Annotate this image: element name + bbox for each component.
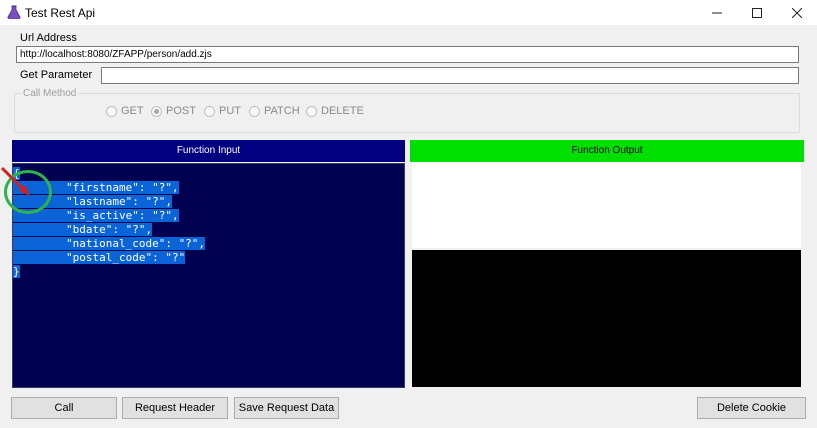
code-line: "bdate": "?", (13, 223, 153, 236)
function-output-console[interactable] (412, 250, 801, 387)
maximize-button[interactable] (737, 0, 777, 25)
function-input-editor[interactable]: { "firstname": "?", "lastname": "?", "is… (12, 163, 405, 388)
radio-post-indicator (151, 105, 162, 117)
radio-get-indicator (106, 105, 117, 117)
title-bar[interactable]: Test Rest Api (0, 0, 817, 25)
code-line: "national_code": "?", (13, 237, 206, 250)
maximize-icon (752, 7, 762, 18)
get-parameter-input[interactable] (101, 67, 799, 84)
function-output-header: Function Output (410, 140, 804, 162)
radio-put-label: PUT (219, 105, 241, 117)
radio-delete[interactable]: DELETE (306, 105, 364, 117)
call-button[interactable]: Call (11, 397, 117, 419)
radio-patch-label: PATCH (264, 105, 300, 117)
radio-put[interactable]: PUT (204, 105, 241, 117)
save-request-data-button[interactable]: Save Request Data (234, 397, 339, 419)
call-method-legend: Call Method (21, 88, 79, 99)
url-label: Url Address (20, 32, 77, 44)
radio-patch[interactable]: PATCH (249, 105, 300, 117)
flask-icon (7, 5, 21, 19)
radio-delete-indicator (306, 105, 317, 117)
code-line: "postal_code": "?" (13, 251, 186, 264)
radio-patch-indicator (249, 105, 260, 117)
minimize-button[interactable] (697, 0, 737, 25)
function-output-response[interactable] (412, 163, 801, 248)
radio-post-label: POST (166, 105, 196, 117)
radio-get[interactable]: GET (106, 105, 144, 117)
code-line: } (13, 265, 20, 278)
radio-get-label: GET (121, 105, 144, 117)
request-header-button[interactable]: Request Header (122, 397, 228, 419)
window-title: Test Rest Api (25, 6, 96, 20)
url-input[interactable]: http://localhost:8080/ZFAPP/person/add.z… (16, 46, 799, 63)
get-parameter-label: Get Parameter (20, 69, 93, 81)
function-input-header: Function Input (12, 140, 405, 162)
radio-delete-label: DELETE (321, 105, 364, 117)
annotation-arrow-icon (0, 166, 30, 196)
close-button[interactable] (777, 0, 817, 25)
delete-cookie-button[interactable]: Delete Cookie (697, 397, 806, 419)
close-icon (792, 7, 802, 18)
radio-put-indicator (204, 105, 215, 117)
radio-post[interactable]: POST (151, 105, 196, 117)
minimize-icon (712, 12, 722, 13)
